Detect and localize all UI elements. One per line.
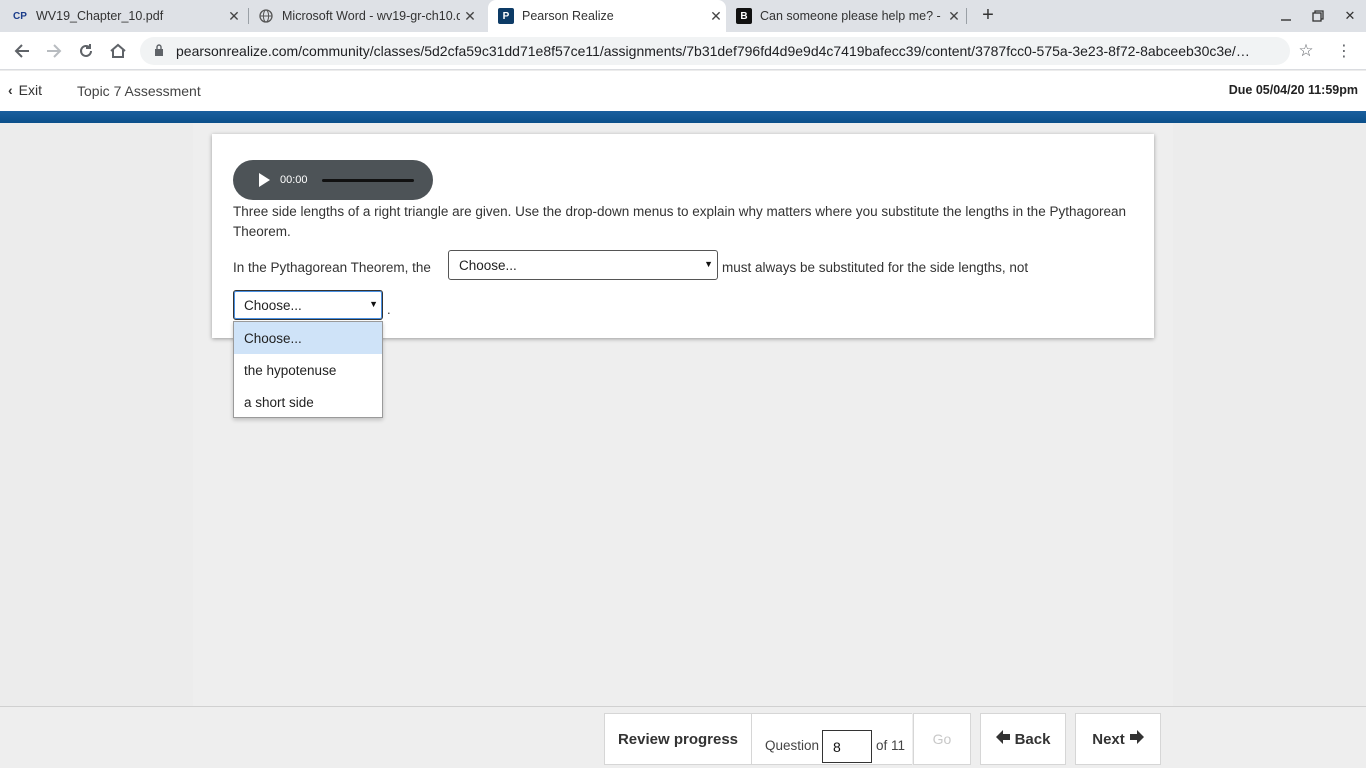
arrow-left-icon [995, 730, 1010, 748]
dropdown-option[interactable]: Choose... [234, 322, 382, 354]
sentence-part-2: must always be substituted for the side … [722, 260, 1029, 275]
tab-brainly[interactable]: B Can someone please help me? - ✕ [736, 0, 964, 32]
forward-arrow-icon[interactable] [42, 39, 66, 63]
arrow-right-icon [1129, 730, 1144, 748]
assessment-header: ‹ Exit Topic 7 Assessment Due 05/04/20 1… [0, 71, 1366, 111]
next-label: Next [1092, 730, 1125, 748]
dropdown-arrow-icon: ▼ [704, 259, 713, 269]
answer-select-2[interactable]: Choose... ▼ [233, 290, 383, 320]
header-accent-bar [0, 111, 1366, 123]
pearson-favicon-icon: P [498, 8, 514, 24]
minimize-icon[interactable] [1270, 0, 1302, 32]
close-icon[interactable]: ✕ [224, 8, 244, 25]
cp-favicon-icon: CP [13, 10, 27, 22]
exit-button[interactable]: ‹ Exit [8, 82, 42, 98]
browser-tab-bar: CP WV19_Chapter_10.pdf ✕ Microsoft Word … [0, 0, 1366, 32]
bookmark-star-icon[interactable]: ☆ [1294, 39, 1318, 63]
assessment-footer: Review progress Question 8 of 11 Go Back… [0, 706, 1366, 768]
go-button[interactable]: Go [913, 713, 971, 765]
back-label: Back [1014, 730, 1051, 748]
address-bar: pearsonrealize.com/community/classes/5d2… [0, 32, 1366, 70]
tab-title: WV19_Chapter_10.pdf [36, 9, 164, 23]
audio-seek-bar[interactable] [321, 178, 414, 182]
tab-separator [966, 8, 967, 24]
tab-pdf[interactable]: CP WV19_Chapter_10.pdf ✕ [12, 0, 244, 32]
answer-dropdown-list: Choose... the hypotenuse a short side [233, 321, 383, 418]
brainly-favicon-icon: B [736, 8, 752, 24]
new-tab-plus-icon[interactable]: + [976, 4, 1000, 28]
tab-word[interactable]: Microsoft Word - wv19-gr-ch10.d ✕ [258, 0, 480, 32]
exit-label: Exit [18, 82, 43, 98]
url-bar[interactable]: pearsonrealize.com/community/classes/5d2… [140, 37, 1290, 65]
question-navigator: Question 8 of 11 [752, 713, 912, 765]
reload-icon[interactable] [74, 39, 98, 63]
tab-separator [248, 8, 249, 24]
question-prompt: Three side lengths of a right triangle a… [233, 204, 1127, 239]
back-button[interactable]: Back [980, 713, 1066, 765]
audio-player: 00:00 [233, 160, 433, 200]
question-label: Question [765, 738, 820, 753]
url-text: pearsonrealize.com/community/classes/5d2… [176, 43, 1250, 59]
dropdown-option[interactable]: a short side [234, 386, 382, 418]
close-icon[interactable]: ✕ [460, 8, 480, 25]
question-total: of 11 [876, 738, 906, 753]
play-icon[interactable] [259, 173, 270, 187]
sentence-part-1: In the Pythagorean Theorem, the [233, 260, 431, 275]
home-icon[interactable] [106, 39, 130, 63]
dropdown-option[interactable]: the hypotenuse [234, 354, 382, 386]
select-value: Choose... [244, 297, 302, 313]
review-progress-button[interactable]: Review progress [604, 713, 752, 765]
answer-select-1[interactable]: Choose... ▼ [448, 250, 718, 280]
close-icon[interactable]: ✕ [944, 8, 964, 25]
due-date: Due 05/04/20 11:59pm [1228, 83, 1358, 97]
chevron-left-icon: ‹ [8, 82, 13, 98]
close-icon[interactable]: ✕ [706, 8, 726, 25]
window-close-icon[interactable]: ✕ [1334, 0, 1366, 32]
back-arrow-icon[interactable] [10, 39, 34, 63]
lock-icon [154, 43, 166, 59]
tab-title: Pearson Realize [522, 9, 614, 23]
menu-kebab-icon[interactable]: ⋮ [1334, 39, 1354, 63]
question-card: 00:00 Three side lengths of a right tria… [212, 134, 1154, 338]
dropdown-arrow-icon: ▼ [369, 299, 378, 309]
tab-title: Can someone please help me? - [760, 9, 941, 23]
select-value: Choose... [459, 257, 517, 273]
tab-pearson-realize[interactable]: P Pearson Realize ✕ [488, 0, 726, 32]
audio-time: 00:00 [280, 174, 308, 186]
next-button[interactable]: Next [1075, 713, 1161, 765]
sentence-period: . [387, 302, 391, 317]
question-number-input[interactable]: 8 [822, 730, 872, 763]
globe-icon [258, 8, 274, 24]
tab-title: Microsoft Word - wv19-gr-ch10.d [282, 9, 460, 23]
page-title: Topic 7 Assessment [77, 83, 201, 99]
restore-icon[interactable] [1302, 0, 1334, 32]
